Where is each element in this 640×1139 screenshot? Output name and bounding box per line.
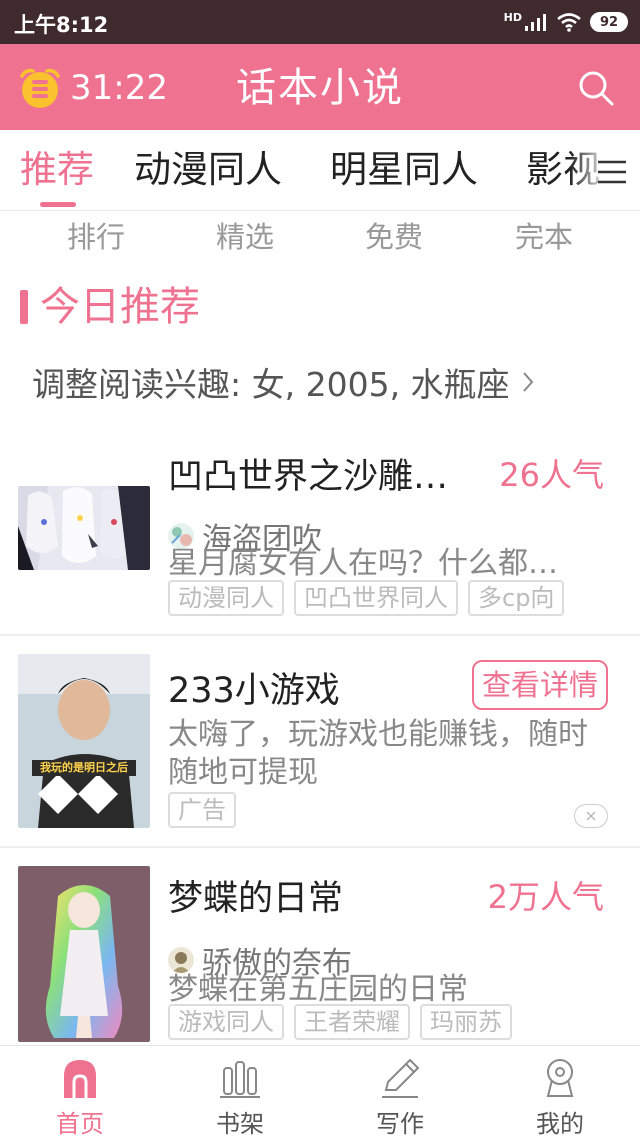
nav-label: 我的 (536, 1110, 584, 1138)
bottom-navigation: 首页 书架 写作 我的 (0, 1045, 640, 1139)
cover-caption: 我玩的是明日之后 (40, 761, 128, 774)
section-marker (20, 290, 28, 324)
status-time: 上午8:12 (14, 13, 109, 37)
book-description: 星月腐女有人在吗？什么都… (168, 546, 558, 581)
tag[interactable]: 玛丽苏 (420, 1004, 512, 1040)
subnav-featured[interactable]: 精选 (165, 214, 325, 256)
subnav-completed[interactable]: 完本 (464, 214, 624, 256)
view-details-button[interactable]: 查看详情 (471, 660, 608, 710)
book-title[interactable]: 凹凸世界之沙雕… (168, 448, 468, 499)
status-icons: HD 92 (504, 8, 628, 36)
popularity: 26人气 (499, 456, 604, 494)
nav-label: 写作 (376, 1110, 424, 1138)
tag[interactable]: 凹凸世界同人 (294, 580, 458, 616)
section-title: 今日推荐 (40, 284, 200, 330)
sub-navigation: 排行 精选 免费 完本 (0, 210, 640, 256)
book-card[interactable]: 梦蝶的日常 2万人气 骄傲的奈布 梦蝶在第五庄园的日常 游戏同人 王者荣耀 玛丽… (0, 848, 640, 1044)
subnav-ranking[interactable]: 排行 (16, 214, 176, 256)
ad-title[interactable]: 233小游戏 (168, 662, 458, 713)
tab-celebrity-fanfic[interactable]: 明星同人 (330, 148, 478, 192)
search-icon[interactable] (576, 68, 616, 108)
tab-recommend[interactable]: 推荐 (20, 148, 94, 192)
ad-description: 太嗨了，玩游戏也能赚钱，随时随地可提现 (168, 717, 588, 790)
category-tabs: 推荐 动漫同人 明星同人 影视 (0, 130, 640, 211)
close-ad-button[interactable] (574, 804, 608, 828)
tag[interactable]: 游戏同人 (168, 1004, 284, 1040)
battery-indicator: 92 (590, 12, 628, 32)
tag-row: 动漫同人 凹凸世界同人 多cp向 (168, 580, 565, 616)
active-tab-indicator (40, 202, 76, 207)
ad-label: 广告 (168, 792, 236, 828)
book-description: 梦蝶在第五庄园的日常 (168, 972, 468, 1007)
nav-write[interactable]: 写作 (320, 1052, 480, 1138)
close-icon (586, 811, 596, 821)
book-card[interactable]: 凹凸世界之沙雕… 26人气 海盗团吹 星月腐女有人在吗？什么都… 动漫同人 凹凸… (0, 430, 640, 634)
app-header: 31:22 话本小说 (0, 44, 640, 130)
tag[interactable]: 动漫同人 (168, 580, 284, 616)
tag[interactable]: 王者荣耀 (294, 1004, 410, 1040)
tag[interactable]: 多cp向 (468, 580, 565, 616)
profile-icon (546, 1059, 574, 1097)
popularity: 2万人气 (487, 878, 604, 916)
ad-cover: 我玩的是明日之后 (18, 654, 150, 828)
book-cover (18, 866, 150, 1042)
book-title[interactable]: 梦蝶的日常 (168, 870, 448, 921)
network-type: HD (503, 10, 522, 24)
menu-icon[interactable] (596, 158, 628, 186)
nav-label: 书架 (216, 1110, 264, 1138)
tag-row: 广告 (168, 792, 236, 828)
chevron-right-icon (522, 372, 533, 392)
author-avatar (168, 947, 194, 973)
tag-row: 游戏同人 王者荣耀 玛丽苏 (168, 1004, 512, 1040)
nav-label: 首页 (56, 1110, 104, 1138)
interest-text: 调整阅读兴趣: 女, 2005, 水瓶座 (32, 365, 510, 404)
bookshelf-icon (220, 1061, 260, 1098)
wifi-icon (557, 13, 581, 32)
pencil-icon (382, 1058, 420, 1098)
subnav-free[interactable]: 免费 (314, 214, 474, 256)
adjust-interest-link[interactable]: 调整阅读兴趣: 女, 2005, 水瓶座 (32, 360, 536, 404)
app-title: 话本小说 (236, 65, 404, 111)
tab-anime-fanfic[interactable]: 动漫同人 (134, 148, 282, 192)
nav-profile[interactable]: 我的 (480, 1052, 640, 1138)
ad-card[interactable]: 我玩的是明日之后 233小游戏 查看详情 太嗨了，玩游戏也能赚钱，随时随地可提现… (0, 636, 640, 846)
nav-bookshelf[interactable]: 书架 (160, 1052, 320, 1138)
book-cover (18, 486, 150, 570)
signal-icon (525, 14, 546, 31)
home-icon (64, 1060, 96, 1098)
status-bar: 上午8:12 HD 92 (0, 0, 640, 44)
nav-home[interactable]: 首页 (0, 1052, 160, 1138)
